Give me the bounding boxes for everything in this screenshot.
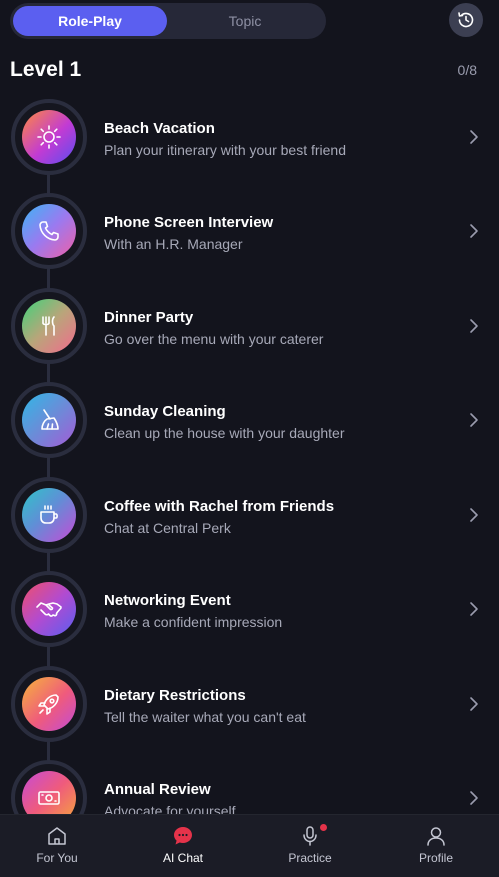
chevron-right-icon bbox=[470, 508, 478, 522]
chevron-right-icon bbox=[470, 319, 478, 333]
profile-icon bbox=[427, 827, 445, 846]
nav-ai-chat[interactable]: AI Chat bbox=[133, 815, 233, 877]
lesson-item-dietary-restrictions[interactable]: Dietary Restrictions Tell the waiter wha… bbox=[0, 659, 499, 749]
lesson-subtitle: Make a confident impression bbox=[104, 614, 283, 630]
level-progress: 0/8 bbox=[457, 62, 477, 78]
nav-label: AI Chat bbox=[162, 851, 204, 865]
lesson-item-sunday-cleaning[interactable]: Sunday Cleaning Clean up the house with … bbox=[0, 375, 499, 465]
lesson-subtitle: Go over the menu with your caterer bbox=[104, 331, 324, 347]
chevron-right-icon bbox=[470, 224, 478, 238]
lesson-item-dinner-party[interactable]: Dinner Party Go over the menu with your … bbox=[0, 281, 499, 371]
chevron-right-icon bbox=[470, 791, 478, 805]
chevron-right-icon bbox=[470, 602, 478, 616]
lesson-icon-ring bbox=[11, 193, 87, 269]
phone-icon bbox=[39, 221, 59, 241]
tab-topic[interactable]: Topic bbox=[168, 6, 322, 36]
chevron-right-icon bbox=[470, 130, 478, 144]
bottom-nav: For You AI Chat Practice Profile bbox=[0, 814, 499, 877]
lesson-item-beach-vacation[interactable]: Beach Vacation Plan your itinerary with … bbox=[0, 92, 499, 182]
lesson-subtitle: Plan your itinerary with your best frien… bbox=[104, 142, 346, 158]
nav-label: For You bbox=[36, 851, 78, 865]
fork-knife-icon bbox=[42, 316, 55, 336]
lesson-title: Phone Screen Interview bbox=[104, 214, 274, 231]
rocket-icon bbox=[38, 694, 59, 715]
lesson-item-networking-event[interactable]: Networking Event Make a confident impres… bbox=[0, 564, 499, 654]
nav-for-you[interactable]: For You bbox=[7, 815, 107, 877]
lesson-subtitle: Chat at Central Perk bbox=[104, 520, 231, 536]
lesson-icon-ring bbox=[11, 666, 87, 742]
lesson-title: Coffee with Rachel from Friends bbox=[104, 498, 335, 515]
lesson-title: Networking Event bbox=[104, 592, 231, 609]
lesson-subtitle: With an H.R. Manager bbox=[104, 236, 243, 252]
nav-profile[interactable]: Profile bbox=[386, 815, 486, 877]
notification-dot bbox=[320, 824, 327, 831]
lesson-subtitle: Tell the waiter what you can't eat bbox=[104, 709, 306, 725]
home-icon bbox=[48, 827, 66, 845]
lesson-title: Annual Review bbox=[104, 781, 211, 798]
lesson-subtitle: Clean up the house with your daughter bbox=[104, 425, 345, 441]
handshake-icon bbox=[36, 602, 62, 617]
money-icon bbox=[38, 791, 60, 805]
nav-practice[interactable]: Practice bbox=[260, 815, 360, 877]
mode-tabs: Role-Play Topic bbox=[10, 3, 326, 39]
level-title: Level 1 bbox=[10, 58, 82, 81]
lesson-item-phone-screen-interview[interactable]: Phone Screen Interview With an H.R. Mana… bbox=[0, 186, 499, 276]
lesson-item-annual-review[interactable]: Annual Review Advocate for yourself bbox=[0, 753, 499, 814]
history-button[interactable] bbox=[449, 3, 483, 37]
lesson-icon-ring bbox=[11, 382, 87, 458]
chevron-right-icon bbox=[470, 413, 478, 427]
lesson-icon-ring bbox=[11, 477, 87, 553]
lesson-icon-ring bbox=[11, 760, 87, 814]
lesson-title: Sunday Cleaning bbox=[104, 403, 226, 420]
lesson-title: Dinner Party bbox=[104, 309, 194, 326]
sun-icon bbox=[37, 125, 61, 149]
history-icon bbox=[458, 12, 474, 28]
lesson-item-coffee-with-rachel[interactable]: Coffee with Rachel from Friends Chat at … bbox=[0, 470, 499, 560]
lesson-icon-ring bbox=[11, 99, 87, 175]
nav-label: Practice bbox=[288, 851, 332, 865]
chat-bubble-icon bbox=[174, 827, 192, 845]
microphone-icon bbox=[303, 826, 317, 846]
lesson-icon-ring bbox=[11, 571, 87, 647]
lesson-list: Beach Vacation Plan your itinerary with … bbox=[0, 0, 499, 814]
nav-label: Profile bbox=[418, 851, 453, 865]
tab-role-play[interactable]: Role-Play bbox=[13, 6, 167, 36]
coffee-cup-icon bbox=[40, 505, 58, 524]
chevron-right-icon bbox=[470, 697, 478, 711]
broom-icon bbox=[41, 409, 59, 430]
lesson-subtitle: Advocate for yourself bbox=[104, 803, 236, 814]
lesson-icon-ring bbox=[11, 288, 87, 364]
lesson-title: Beach Vacation bbox=[104, 120, 215, 137]
lesson-title: Dietary Restrictions bbox=[104, 687, 246, 704]
